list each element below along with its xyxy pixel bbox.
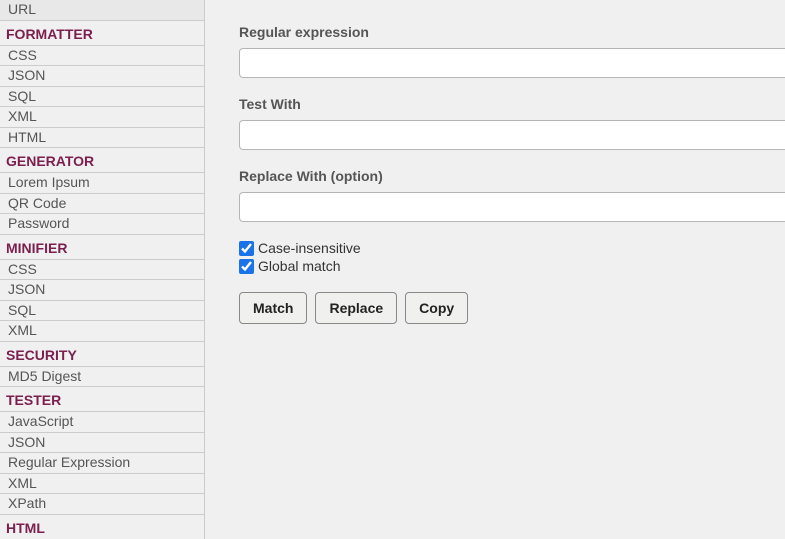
sidebar-header-security: SECURITY	[0, 342, 204, 367]
sidebar-item-formatter-json[interactable]: JSON	[0, 66, 204, 87]
sidebar-item-tester-json[interactable]: JSON	[0, 433, 204, 454]
case-insensitive-label: Case-insensitive	[258, 240, 361, 256]
sidebar-item-security-md5[interactable]: MD5 Digest	[0, 367, 204, 388]
sidebar-item-minifier-sql[interactable]: SQL	[0, 301, 204, 322]
sidebar-item-tester-xml[interactable]: XML	[0, 474, 204, 495]
sidebar-item-generator-qr[interactable]: QR Code	[0, 194, 204, 215]
match-button[interactable]: Match	[239, 292, 307, 324]
buttons-row: Match Replace Copy	[239, 292, 785, 324]
sidebar-item-formatter-xml[interactable]: XML	[0, 107, 204, 128]
global-match-row: Global match	[239, 258, 785, 274]
sidebar-item-generator-password[interactable]: Password	[0, 214, 204, 235]
copy-button[interactable]: Copy	[405, 292, 468, 324]
global-match-checkbox[interactable]	[239, 259, 254, 274]
sidebar-item-formatter-html[interactable]: HTML	[0, 128, 204, 149]
sidebar-item-minifier-css[interactable]: CSS	[0, 260, 204, 281]
test-label: Test With	[239, 96, 785, 112]
main-content: Regular expression Test With Replace Wit…	[205, 0, 785, 539]
sidebar-header-minifier: MINIFIER	[0, 235, 204, 260]
sidebar-header-generator: GENERATOR	[0, 148, 204, 173]
replace-button[interactable]: Replace	[315, 292, 397, 324]
sidebar-item-tester-javascript[interactable]: JavaScript	[0, 412, 204, 433]
sidebar-item-url[interactable]: URL	[0, 0, 204, 21]
sidebar-item-tester-regex[interactable]: Regular Expression	[0, 453, 204, 474]
case-insensitive-row: Case-insensitive	[239, 240, 785, 256]
sidebar-item-generator-lorem[interactable]: Lorem Ipsum	[0, 173, 204, 194]
regex-label: Regular expression	[239, 24, 785, 40]
sidebar-item-minifier-json[interactable]: JSON	[0, 280, 204, 301]
replace-input[interactable]	[239, 192, 785, 222]
sidebar-header-formatter: FORMATTER	[0, 21, 204, 46]
regex-input[interactable]	[239, 48, 785, 78]
sidebar-header-html: HTML	[0, 515, 204, 539]
global-match-label: Global match	[258, 258, 340, 274]
replace-label: Replace With (option)	[239, 168, 785, 184]
sidebar-item-tester-xpath[interactable]: XPath	[0, 494, 204, 515]
test-input[interactable]	[239, 120, 785, 150]
sidebar-header-tester: TESTER	[0, 387, 204, 412]
sidebar-item-formatter-css[interactable]: CSS	[0, 46, 204, 67]
sidebar: URL FORMATTER CSS JSON SQL XML HTML GENE…	[0, 0, 205, 539]
sidebar-item-minifier-xml[interactable]: XML	[0, 321, 204, 342]
sidebar-item-formatter-sql[interactable]: SQL	[0, 87, 204, 108]
case-insensitive-checkbox[interactable]	[239, 241, 254, 256]
